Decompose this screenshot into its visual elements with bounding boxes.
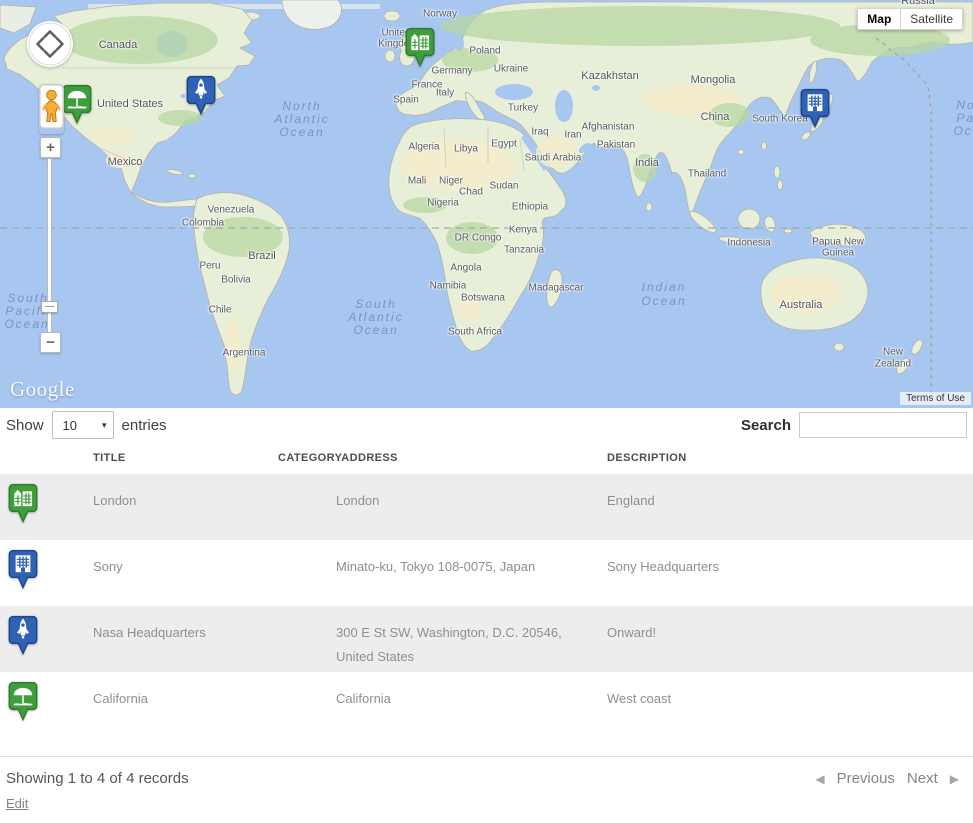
building-marker-icon <box>8 549 38 589</box>
page-size-select[interactable]: 10 ▾ <box>52 411 114 439</box>
category-cell <box>0 540 85 606</box>
records-summary: Showing 1 to 4 of 4 records <box>6 770 189 787</box>
google-map[interactable]: CanadaUnited StatesMexicoVenezuelaColomb… <box>0 0 973 408</box>
map-marker-city[interactable] <box>405 27 435 72</box>
zoom-out-button[interactable]: − <box>40 332 61 353</box>
previous-arrow-icon[interactable]: ◀ <box>815 772 824 786</box>
previous-button[interactable]: Previous <box>837 770 895 787</box>
pegman-street-view[interactable] <box>39 84 64 134</box>
pan-arrows-icon <box>27 21 73 67</box>
rocket-marker-icon <box>8 615 38 655</box>
page-size-value: 10 <box>63 418 77 433</box>
address-cell: Minato-ku, Tokyo 108-0075, Japan <box>328 540 599 606</box>
zoom-slider-handle[interactable] <box>41 301 58 313</box>
table-footer: Showing 1 to 4 of 4 records ◀ Previous N… <box>0 756 973 789</box>
address-cell: California <box>328 672 599 738</box>
address-cell: 300 E St SW, Washington, D.C. 20546, Uni… <box>328 606 599 672</box>
map-marker-rocket[interactable] <box>186 75 216 120</box>
table-row: Sony Minato-ku, Tokyo 108-0075, Japan So… <box>0 540 973 606</box>
map-view-button[interactable]: Map <box>857 8 900 30</box>
zoom-in-button[interactable]: + <box>40 137 61 158</box>
description-cell: West coast <box>599 672 973 738</box>
entries-label: entries <box>122 417 167 434</box>
category-cell <box>0 672 85 738</box>
google-logo[interactable]: Google <box>10 377 75 402</box>
table-header-row: TITLE CATEGORYADDRESS DESCRIPTION <box>0 442 973 474</box>
column-header-categoryaddress[interactable]: CATEGORYADDRESS <box>328 452 599 464</box>
next-button[interactable]: Next <box>907 770 938 787</box>
description-cell: Sony Headquarters <box>599 540 973 606</box>
title-cell: Nasa Headquarters <box>85 606 328 672</box>
satellite-view-button[interactable]: Satellite <box>900 8 963 30</box>
title-cell: London <box>85 474 328 540</box>
map-marker-building[interactable] <box>800 88 830 133</box>
next-arrow-icon[interactable]: ▶ <box>950 772 959 786</box>
table-row: Nasa Headquarters 300 E St SW, Washingto… <box>0 606 973 672</box>
category-cell <box>0 474 85 540</box>
description-cell: Onward! <box>599 606 973 672</box>
search-label: Search <box>741 417 791 434</box>
pegman-icon <box>39 84 64 129</box>
city-marker-icon <box>8 483 38 523</box>
address-cell: London <box>328 474 599 540</box>
beach-marker-icon <box>8 681 38 721</box>
world-map-canvas <box>0 0 973 408</box>
map-type-switcher: Map Satellite <box>857 8 963 30</box>
terms-of-use-link[interactable]: Terms of Use <box>900 392 971 405</box>
title-cell: Sony <box>85 540 328 606</box>
table-row: California California West coast <box>0 672 973 738</box>
map-pan-control[interactable] <box>27 21 73 67</box>
category-cell <box>0 606 85 672</box>
column-header-categoryaddress-label: CATEGORYADDRESS <box>278 452 398 464</box>
description-cell: England <box>599 474 973 540</box>
map-marker-beach[interactable] <box>62 84 92 129</box>
search-input[interactable] <box>799 412 967 438</box>
show-label: Show <box>6 417 44 434</box>
column-header-description[interactable]: DESCRIPTION <box>599 452 973 464</box>
table-toolbar: Show 10 ▾ entries Search <box>0 408 973 442</box>
chevron-down-icon: ▾ <box>102 420 107 431</box>
title-cell: California <box>85 672 328 738</box>
edit-link[interactable]: Edit <box>6 796 28 811</box>
pagination: ◀ Previous Next ▶ <box>809 770 965 787</box>
table-row: London London England <box>0 474 973 540</box>
